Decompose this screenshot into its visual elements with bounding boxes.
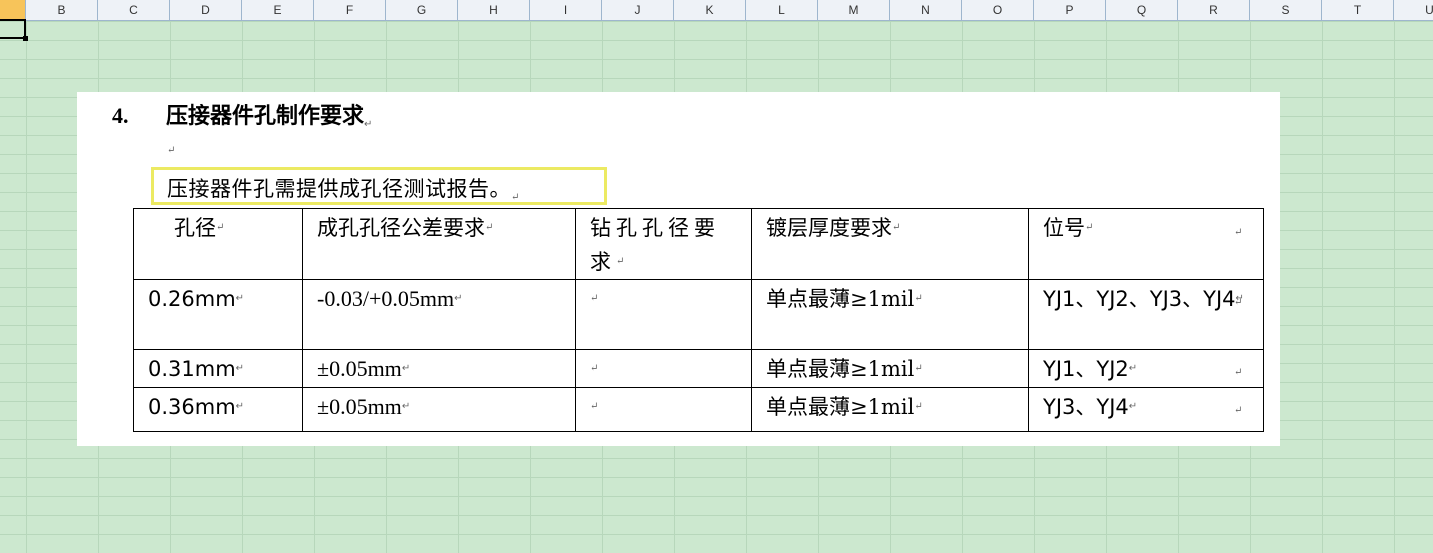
heading-number: 4.	[112, 103, 129, 128]
column-header-d[interactable]: D	[170, 0, 242, 20]
header-cell: 位号↵	[1028, 208, 1264, 280]
table-cell: 单点最薄≥1mil↵	[751, 349, 1029, 388]
note-text: 压接器件孔需提供成孔径测试报告。	[167, 177, 511, 201]
row-end-mark-icon: ↵	[1234, 367, 1243, 378]
column-header-bar: BCDEFGHIJKLMNOPQRSTU	[0, 0, 1433, 21]
table-cell: ↵	[575, 387, 752, 432]
fill-handle[interactable]	[23, 36, 28, 41]
empty-paragraph-mark-icon: ↵	[167, 145, 176, 156]
report-requirement-note: 压接器件孔需提供成孔径测试报告。↵	[167, 173, 520, 203]
table-cell: YJ3、YJ4↵	[1028, 387, 1264, 432]
table-row: 0.31mm↵ ±0.05mm↵ ↵ 单点最薄≥1mil↵ YJ1、YJ2↵	[133, 349, 1264, 388]
table-cell: ↵	[575, 349, 752, 388]
row-end-mark-icon: ↵	[1234, 405, 1243, 416]
table-cell: -0.03/+0.05mm↵	[302, 279, 576, 350]
header-cell: 钻孔孔径要求↵	[575, 208, 752, 280]
paragraph-mark-icon: ↵	[364, 119, 373, 130]
header-cell: 成孔孔径公差要求↵	[302, 208, 576, 280]
column-header-l[interactable]: L	[746, 0, 818, 20]
column-header-s[interactable]: S	[1250, 0, 1322, 20]
header-cell: 孔径↵	[133, 208, 303, 280]
table-cell: 单点最薄≥1mil↵	[751, 387, 1029, 432]
row-end-mark-icon: ↵	[1234, 297, 1243, 308]
column-header-i[interactable]: I	[530, 0, 602, 20]
column-header-m[interactable]: M	[818, 0, 890, 20]
column-header-h[interactable]: H	[458, 0, 530, 20]
row-end-mark-icon: ↵	[1234, 227, 1243, 238]
column-header-t[interactable]: T	[1322, 0, 1394, 20]
column-header-g[interactable]: G	[386, 0, 458, 20]
table-cell: 0.36mm↵	[133, 387, 303, 432]
column-header-n[interactable]: N	[890, 0, 962, 20]
column-header-c[interactable]: C	[98, 0, 170, 20]
table-cell: ±0.05mm↵	[302, 349, 576, 388]
section-heading: 4. 压接器件孔制作要求↵	[112, 98, 372, 130]
pasted-document-image[interactable]: 4. 压接器件孔制作要求↵ ↵ 压接器件孔需提供成孔径测试报告。↵ 孔径↵ 成孔孔…	[77, 92, 1280, 446]
column-header-u[interactable]: U	[1394, 0, 1433, 20]
column-header-o[interactable]: O	[962, 0, 1034, 20]
table-cell: 0.26mm↵	[133, 279, 303, 350]
requirements-table: 孔径↵ 成孔孔径公差要求↵ 钻孔孔径要求↵ 镀层厚度要求↵ 位号↵ 0.26mm…	[133, 208, 1264, 432]
select-all-corner[interactable]	[0, 0, 26, 20]
table-row: 0.36mm↵ ±0.05mm↵ ↵ 单点最薄≥1mil↵ YJ3、YJ4↵	[133, 387, 1264, 432]
heading-text: 压接器件孔制作要求	[166, 103, 365, 128]
column-header-k[interactable]: K	[674, 0, 746, 20]
table-cell: 0.31mm↵	[133, 349, 303, 388]
column-header-q[interactable]: Q	[1106, 0, 1178, 20]
table-cell: 单点最薄≥1mil↵	[751, 279, 1029, 350]
table-header-row: 孔径↵ 成孔孔径公差要求↵ 钻孔孔径要求↵ 镀层厚度要求↵ 位号↵	[133, 208, 1264, 280]
table-cell: ↵	[575, 279, 752, 350]
column-header-f[interactable]: F	[314, 0, 386, 20]
column-header-r[interactable]: R	[1178, 0, 1250, 20]
paragraph-mark-icon: ↵	[511, 192, 520, 203]
column-header-j[interactable]: J	[602, 0, 674, 20]
table-cell: ±0.05mm↵	[302, 387, 576, 432]
table-cell: YJ1、YJ2↵	[1028, 349, 1264, 388]
header-cell: 镀层厚度要求↵	[751, 208, 1029, 280]
column-header-e[interactable]: E	[242, 0, 314, 20]
table-cell: YJ1、YJ2、YJ3、YJ4↵	[1028, 279, 1264, 350]
column-header-b[interactable]: B	[26, 0, 98, 20]
table-row: 0.26mm↵ -0.03/+0.05mm↵ ↵ 单点最薄≥1mil↵ YJ1、…	[133, 279, 1264, 350]
column-header-p[interactable]: P	[1034, 0, 1106, 20]
